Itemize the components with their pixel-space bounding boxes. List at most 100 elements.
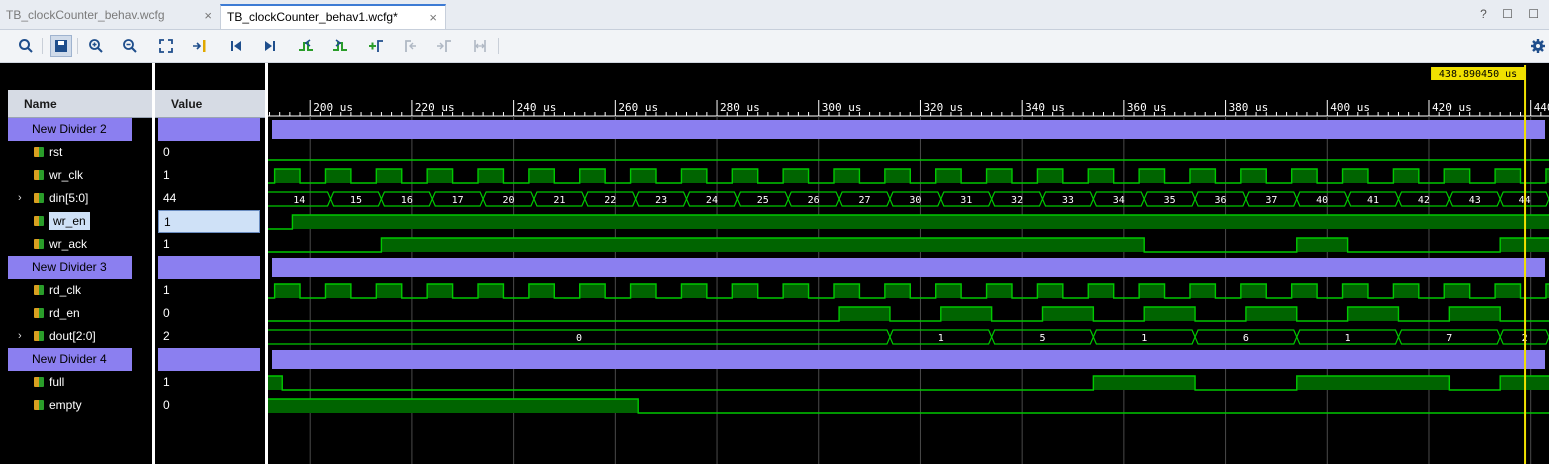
waveform-toolbar bbox=[0, 30, 1549, 63]
signal-row[interactable]: full bbox=[8, 371, 152, 394]
signal-value bbox=[158, 348, 260, 371]
zoom-in-icon[interactable] bbox=[85, 35, 107, 57]
signal-name: wr_ack bbox=[49, 237, 88, 251]
signal-row[interactable]: wr_ack bbox=[8, 233, 152, 256]
next-transition-icon[interactable] bbox=[329, 35, 351, 57]
previous-marker-icon[interactable] bbox=[399, 35, 421, 57]
close-tab-icon[interactable]: × bbox=[204, 4, 212, 27]
rd_clk-high-fill bbox=[274, 284, 301, 298]
divider-band bbox=[272, 258, 1545, 277]
din-bus-value: 36 bbox=[1214, 195, 1226, 206]
tab-wcfg-behav1[interactable]: TB_clockCounter_behav1.wcfg* × bbox=[220, 4, 446, 29]
signal-icon bbox=[34, 377, 44, 387]
rd_clk-high-fill bbox=[732, 284, 758, 298]
bus-icon bbox=[34, 193, 44, 203]
wr_clk-high-fill bbox=[1393, 169, 1419, 183]
din-bus-value: 26 bbox=[808, 195, 820, 206]
ruler-tick-label: 260 us bbox=[618, 101, 658, 114]
signal-row[interactable]: › din[5:0] bbox=[8, 187, 152, 210]
signal-icon bbox=[34, 239, 44, 249]
expand-chevron-icon[interactable]: › bbox=[18, 187, 22, 210]
rd_clk-high-fill bbox=[528, 284, 555, 298]
zoom-fit-icon[interactable] bbox=[155, 35, 177, 57]
din-bus-value: 25 bbox=[757, 195, 769, 206]
rd_clk-high-fill bbox=[427, 284, 453, 298]
ruler-tick-label: 280 us bbox=[720, 101, 760, 114]
rd_clk-high-fill bbox=[1088, 284, 1114, 298]
previous-transition-icon[interactable] bbox=[295, 35, 317, 57]
ruler-tick-label: 400 us bbox=[1330, 101, 1370, 114]
signal-row[interactable]: wr_en bbox=[8, 210, 152, 233]
name-column-header[interactable]: Name bbox=[8, 90, 152, 118]
expand-chevron-icon[interactable]: › bbox=[18, 325, 22, 348]
signal-value: 1 bbox=[163, 375, 170, 389]
rd_clk-high-fill bbox=[478, 284, 504, 298]
settings-gear-icon[interactable] bbox=[1527, 35, 1549, 57]
signal-row[interactable]: rd_en bbox=[8, 302, 152, 325]
din-bus-value: 40 bbox=[1316, 195, 1328, 206]
signal-name: New Divider 4 bbox=[32, 352, 107, 366]
rd_clk-high-fill bbox=[579, 284, 606, 298]
ruler-tick-label: 300 us bbox=[822, 101, 862, 114]
zoom-out-icon[interactable] bbox=[119, 35, 141, 57]
rd_clk-high-fill bbox=[1189, 284, 1216, 298]
signal-value: 1 bbox=[163, 237, 170, 251]
din-bus-value: 21 bbox=[553, 195, 565, 206]
signal-row[interactable]: empty bbox=[8, 394, 152, 417]
wr_en-high-fill bbox=[292, 215, 1549, 229]
din-bus-value: 30 bbox=[909, 195, 921, 206]
divider-row[interactable]: New Divider 4 bbox=[8, 348, 132, 371]
close-tab-icon[interactable]: × bbox=[429, 6, 437, 29]
tab-wcfg-behav[interactable]: TB_clockCounter_behav.wcfg × bbox=[0, 4, 220, 29]
wr_clk-high-fill bbox=[528, 169, 555, 183]
signal-row[interactable]: rd_clk bbox=[8, 279, 152, 302]
wr_clk-high-fill bbox=[1037, 169, 1063, 183]
rd_clk-high-fill bbox=[1037, 284, 1063, 298]
save-icon[interactable] bbox=[50, 35, 72, 57]
din-bus-value: 16 bbox=[401, 195, 413, 206]
divider-row[interactable]: New Divider 3 bbox=[8, 256, 132, 279]
search-icon[interactable] bbox=[15, 35, 37, 57]
full-high-fill bbox=[1296, 376, 1450, 390]
rd_clk-high-fill bbox=[986, 284, 1012, 298]
rd_clk-high-fill bbox=[376, 284, 402, 298]
wr_clk-high-fill bbox=[1342, 169, 1368, 183]
din-bus-value: 37 bbox=[1265, 195, 1277, 206]
wr_clk-high-fill bbox=[1088, 169, 1114, 183]
rd_clk-high-fill bbox=[884, 284, 911, 298]
din-bus-value: 24 bbox=[706, 195, 718, 206]
signal-value: 0 bbox=[163, 398, 170, 412]
din-bus-value: 32 bbox=[1011, 195, 1023, 206]
signal-row[interactable]: › dout[2:0] bbox=[8, 325, 152, 348]
waveform-canvas[interactable]: 200 us 220 us 240 us 260 us 280 us 300 us 320 … bbox=[268, 63, 1549, 464]
go-to-end-icon[interactable] bbox=[259, 35, 281, 57]
rd_en-high-fill bbox=[1042, 307, 1094, 321]
value-column-header[interactable]: Value bbox=[155, 90, 265, 118]
ruler-tick-label: 360 us bbox=[1127, 101, 1167, 114]
dout-bus-value: 7 bbox=[1446, 333, 1452, 344]
next-marker-icon[interactable] bbox=[433, 35, 455, 57]
signal-value: 0 bbox=[163, 306, 170, 320]
signal-value: 2 bbox=[163, 329, 170, 343]
din-bus-value: 14 bbox=[293, 195, 305, 206]
din-bus-value: 22 bbox=[604, 195, 616, 206]
dout-bus-value: 1 bbox=[1141, 333, 1147, 344]
divider-row[interactable]: New Divider 2 bbox=[8, 118, 132, 141]
signal-row[interactable]: rst bbox=[8, 141, 152, 164]
signal-row[interactable]: wr_clk bbox=[8, 164, 152, 187]
add-marker-icon[interactable] bbox=[365, 35, 387, 57]
signal-icon bbox=[34, 170, 44, 180]
signal-icon bbox=[34, 400, 44, 410]
signal-value: 1 bbox=[163, 283, 170, 297]
signal-icon bbox=[34, 285, 44, 295]
swap-cursors-icon[interactable] bbox=[469, 35, 491, 57]
signal-name: rd_en bbox=[49, 306, 80, 320]
din-bus-value: 17 bbox=[452, 195, 464, 206]
rd_en-high-fill bbox=[1245, 307, 1297, 321]
window-controls[interactable]: ? ☐ ☐ bbox=[1480, 7, 1545, 21]
din-bus-value: 35 bbox=[1164, 195, 1176, 206]
signal-name: wr_clk bbox=[49, 168, 84, 182]
go-to-cursor-icon[interactable] bbox=[189, 35, 211, 57]
go-to-start-icon[interactable] bbox=[225, 35, 247, 57]
signal-name: full bbox=[49, 375, 65, 389]
